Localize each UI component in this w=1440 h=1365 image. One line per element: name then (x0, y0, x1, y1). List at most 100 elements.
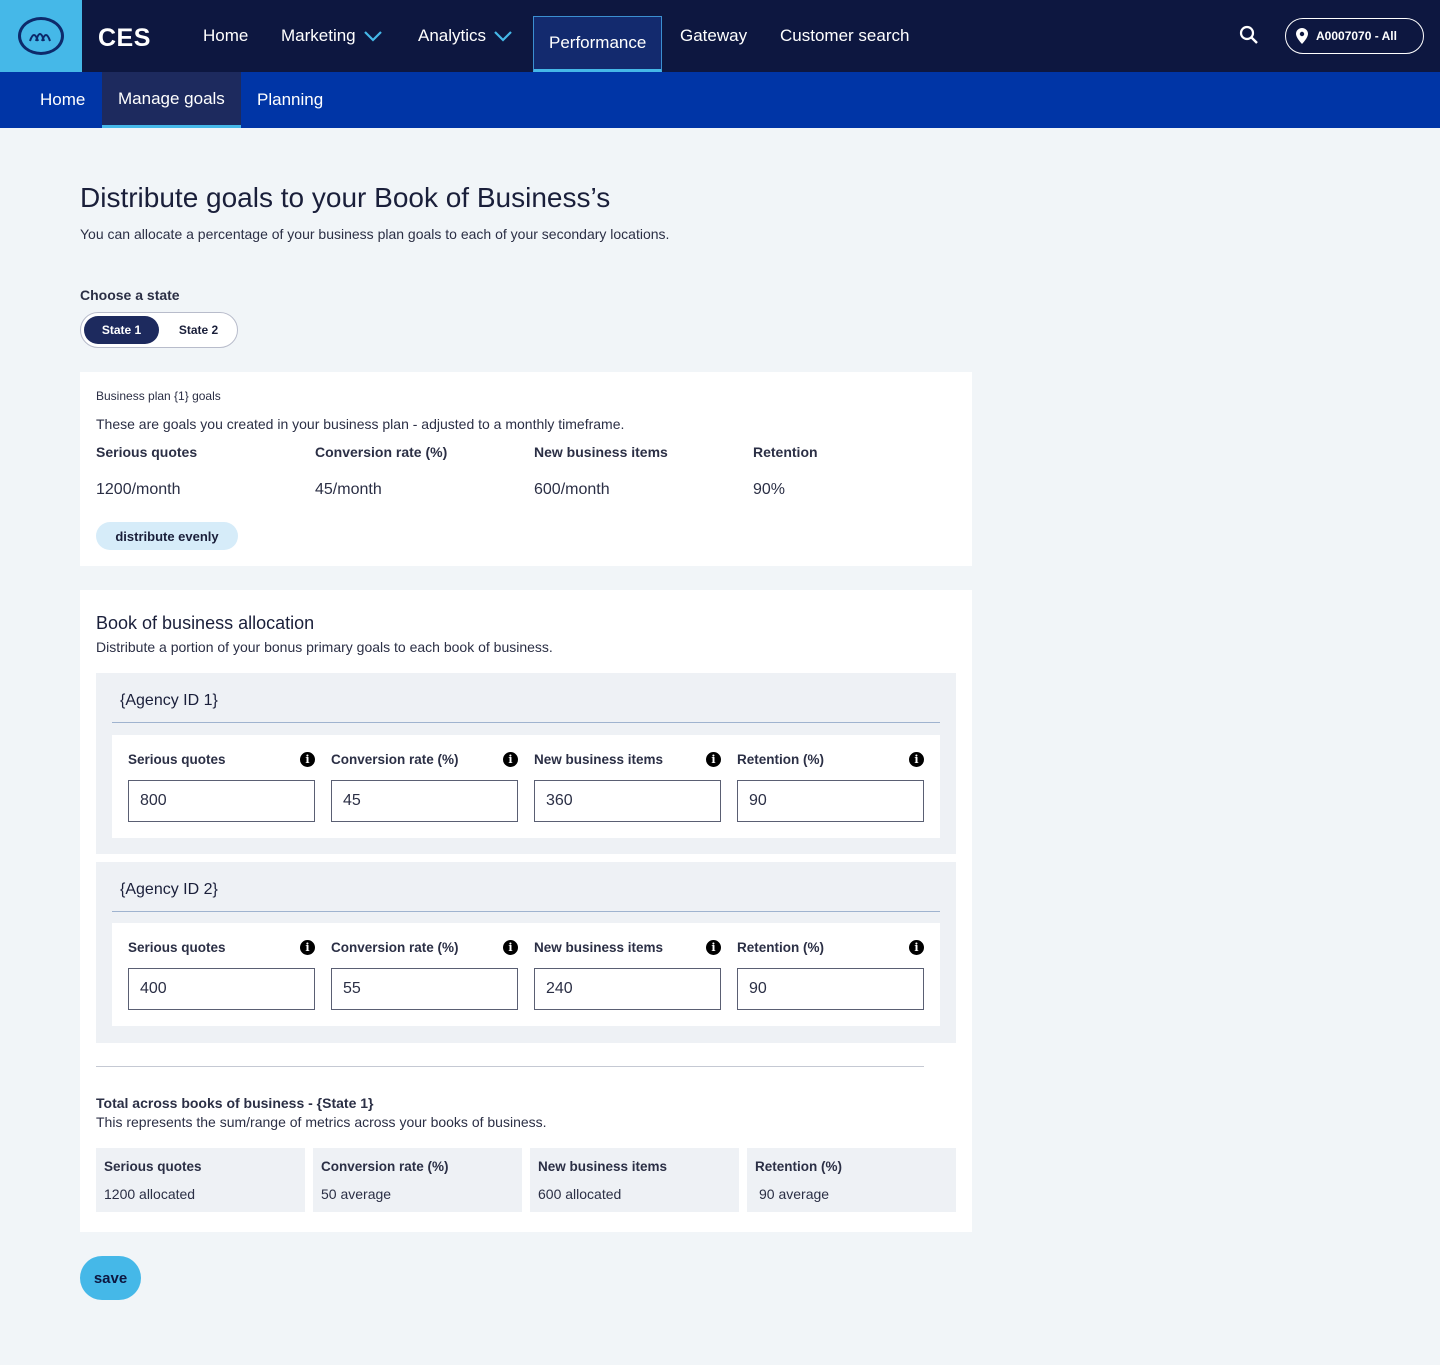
total-label: Conversion rate (%) (321, 1159, 449, 1174)
field-label: Conversion rate (%) (331, 940, 459, 955)
goal-value: 1200/month (96, 481, 181, 498)
info-icon[interactable]: i (503, 752, 518, 767)
nav-marketing-label: Marketing (281, 26, 356, 45)
info-icon[interactable]: i (300, 940, 315, 955)
agency-fields: Serious quotes i 800 Conversion rate (%)… (112, 735, 940, 838)
total-label: New business items (538, 1159, 668, 1174)
retention-input[interactable]: 90 (737, 968, 924, 1010)
nav-customer-search[interactable]: Customer search (780, 0, 909, 72)
logo[interactable] (0, 0, 82, 72)
goal-new-business-items: New business items 600/month (534, 444, 744, 499)
field-label: Conversion rate (%) (331, 752, 459, 767)
subnav-planning[interactable]: Planning (241, 72, 339, 128)
nav-marketing[interactable]: Marketing (281, 0, 382, 72)
serious-quotes-input[interactable]: 400 (128, 968, 315, 1010)
agency-divider (112, 911, 940, 912)
info-icon[interactable]: i (300, 752, 315, 767)
page-subtitle: You can allocate a percentage of your bu… (80, 226, 670, 242)
total-value: 600 allocated (538, 1186, 622, 1202)
info-icon[interactable]: i (706, 752, 721, 767)
total-label: Serious quotes (104, 1159, 202, 1174)
chevron-down-icon (494, 31, 512, 42)
subnav-home[interactable]: Home (24, 72, 101, 128)
distribute-evenly-button[interactable]: distribute evenly (96, 522, 238, 550)
retention-input[interactable]: 90 (737, 780, 924, 822)
field-label: Retention (%) (737, 752, 824, 767)
new-business-items-input[interactable]: 360 (534, 780, 721, 822)
nav-analytics[interactable]: Analytics (418, 0, 512, 72)
serious-quotes-input[interactable]: 800 (128, 780, 315, 822)
nav-home[interactable]: Home (203, 0, 248, 72)
agency-divider (112, 722, 940, 723)
goal-value: 600/month (534, 481, 610, 498)
nav-home-label: Home (203, 26, 249, 45)
state-2-button[interactable]: State 2 (161, 316, 236, 344)
goal-conversion-rate: Conversion rate (%) 45/month (315, 444, 525, 499)
sub-nav: Home Manage goals Planning (0, 72, 1440, 128)
subnav-manage-goals-label: Manage goals (118, 88, 225, 108)
allocation-title: Book of business allocation (96, 613, 315, 633)
info-icon[interactable]: i (706, 940, 721, 955)
total-conversion-rate: Conversion rate (%) 50 average (313, 1148, 522, 1212)
info-icon[interactable]: i (503, 940, 518, 955)
total-description: This represents the sum/range of metrics… (96, 1114, 547, 1130)
goal-value: 90% (753, 481, 786, 498)
app-name: CES (98, 24, 151, 52)
section-divider (96, 1066, 924, 1067)
search-icon[interactable] (1238, 24, 1260, 46)
agent-selector[interactable]: A0007070 - All (1285, 18, 1424, 54)
state-picker-label: Choose a state (80, 287, 180, 303)
nav-gateway[interactable]: Gateway (680, 0, 747, 72)
nav-customer-search-label: Customer search (780, 26, 910, 45)
goal-serious-quotes: Serious quotes 1200/month (96, 444, 306, 499)
goal-retention: Retention 90% (753, 444, 963, 499)
nav-analytics-label: Analytics (418, 26, 487, 45)
agency-name: {Agency ID 1} (120, 692, 218, 709)
page-title: Distribute goals to your Book of Busines… (80, 182, 611, 213)
goal-label: Retention (753, 444, 818, 460)
total-label: Retention (%) (755, 1159, 842, 1174)
chevron-down-icon (363, 31, 382, 42)
location-pin-icon (1296, 28, 1308, 44)
business-plan-goals-card: Business plan {1} goals These are goals … (80, 372, 972, 566)
hands-logo-icon (18, 17, 64, 55)
agency-fields: Serious quotes i 400 Conversion rate (%)… (112, 923, 940, 1026)
agency-panel: {Agency ID 1} Serious quotes i 800 Conve… (96, 673, 956, 854)
agency-name: {Agency ID 2} (120, 881, 218, 898)
nav-performance[interactable]: Performance (533, 16, 663, 72)
info-icon[interactable]: i (909, 940, 924, 955)
new-business-items-input[interactable]: 240 (534, 968, 721, 1010)
state-1-button[interactable]: State 1 (84, 316, 159, 344)
field-label: Serious quotes (128, 940, 226, 955)
total-value: 90 average (759, 1186, 830, 1202)
total-serious-quotes: Serious quotes 1200 allocated (96, 1148, 305, 1212)
subnav-manage-goals[interactable]: Manage goals (102, 72, 241, 128)
total-title: Total across books of business - {State … (96, 1095, 374, 1111)
nav-performance-label: Performance (549, 33, 647, 52)
field-label: New business items (534, 752, 664, 767)
goal-value: 45/month (315, 481, 382, 498)
agent-label: A0007070 - All (1316, 29, 1397, 43)
total-value: 1200 allocated (104, 1186, 196, 1202)
goal-label: New business items (534, 444, 668, 460)
goals-card-description: These are goals you created in your busi… (96, 416, 625, 432)
goal-label: Serious quotes (96, 444, 198, 460)
save-button[interactable]: save (80, 1256, 141, 1300)
goal-label: Conversion rate (%) (315, 444, 448, 460)
field-label: Serious quotes (128, 752, 226, 767)
top-nav: CES Home Marketing Analytics Performance… (0, 0, 1440, 72)
conversion-rate-input[interactable]: 45 (331, 780, 518, 822)
field-label: New business items (534, 940, 664, 955)
subnav-planning-label: Planning (257, 90, 324, 109)
conversion-rate-input[interactable]: 55 (331, 968, 518, 1010)
goals-card-title: Business plan {1} goals (96, 389, 221, 403)
allocation-description: Distribute a portion of your bonus prima… (96, 639, 553, 655)
book-of-business-allocation-card: Book of business allocation Distribute a… (80, 590, 972, 1232)
nav-gateway-label: Gateway (680, 26, 748, 45)
state-toggle: State 1 State 2 (80, 312, 238, 348)
agency-panel: {Agency ID 2} Serious quotes i 400 Conve… (96, 862, 956, 1043)
total-new-business-items: New business items 600 allocated (530, 1148, 739, 1212)
field-label: Retention (%) (737, 940, 824, 955)
subnav-home-label: Home (40, 90, 86, 109)
info-icon[interactable]: i (909, 752, 924, 767)
